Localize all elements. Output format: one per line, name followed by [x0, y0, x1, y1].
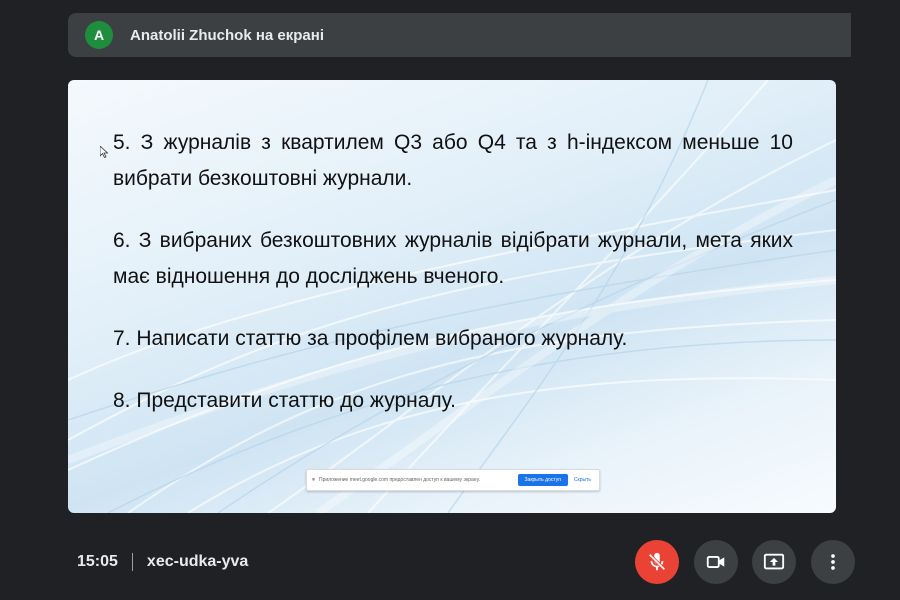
pause-icon: ⏸	[312, 476, 316, 483]
camera-toggle-button[interactable]	[694, 540, 738, 584]
stop-sharing-button[interactable]: Закрыть доступ	[517, 474, 568, 486]
more-vert-icon	[831, 554, 835, 570]
meeting-code[interactable]: xec-udka-yva	[147, 553, 248, 571]
more-options-button[interactable]	[811, 540, 855, 584]
avatar: A	[85, 21, 113, 49]
meeting-info: 15:05 xec-udka-yva	[77, 550, 248, 574]
presenter-bar: A Anatolii Zhuchok на екрані	[68, 13, 851, 57]
mouse-cursor-icon	[100, 146, 108, 158]
slide-item: 7. Написати статтю за профілем вибраного…	[113, 327, 628, 350]
divider	[131, 553, 133, 571]
shared-screen: 5. З журналів з квартилем Q3 або Q4 та з…	[68, 80, 836, 513]
present-screen-button[interactable]	[752, 540, 796, 584]
mic-off-icon	[648, 552, 666, 571]
slide-content: 5. З журналів з квартилем Q3 або Q4 та з…	[113, 125, 793, 445]
hide-banner-link[interactable]: Скрыть	[574, 477, 591, 483]
presenter-label: Anatolii Zhuchok на екрані	[130, 26, 324, 44]
slide-item: 6. З вибраних безкоштовних журналів віді…	[113, 229, 793, 288]
videocam-icon	[706, 556, 725, 568]
slide-item: 8. Представити статтю до журналу.	[113, 389, 456, 412]
slide-item: 5. З журналів з квартилем Q3 або Q4 та з…	[113, 131, 793, 190]
mic-toggle-button[interactable]	[635, 540, 679, 584]
share-banner-text: Приложение meet.google.com предоставлен …	[319, 477, 480, 483]
screen-share-notification: ⏸ Приложение meet.google.com предоставле…	[306, 469, 600, 491]
present-screen-icon	[763, 553, 785, 570]
meeting-time: 15:05	[77, 553, 118, 570]
